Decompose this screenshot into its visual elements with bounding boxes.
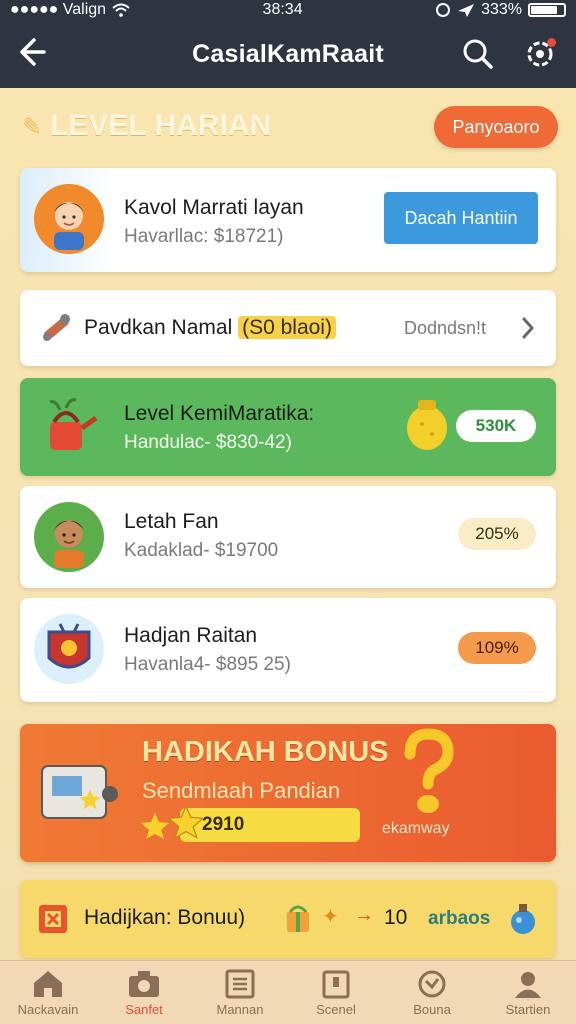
treasure-machine-icon <box>41 765 118 819</box>
back-arrow-icon[interactable] <box>18 34 54 70</box>
percent-badge: 109% <box>458 632 536 664</box>
search-icon[interactable] <box>460 36 496 72</box>
battery-percent: 333% <box>481 1 522 18</box>
tab-label: Scenel <box>316 1001 356 1017</box>
tab-label: Bouna <box>413 1001 451 1017</box>
potion-icon <box>511 904 535 934</box>
tab-label: Mannan <box>216 1001 264 1017</box>
card-sub: Havarllac: $18721) <box>124 226 284 247</box>
page-title: CasialKamRaait <box>192 39 384 68</box>
main-content: ✎ LEVEL HARIAN Panyoaoro Kavol Marrati l… <box>0 88 576 960</box>
tab-list[interactable]: Mannan <box>192 961 288 1024</box>
bonus-subtitle: Sendmlaah Pandian <box>142 778 341 803</box>
top-pill-button[interactable]: Panyoaoro <box>434 106 558 148</box>
section-title-text: LEVEL HARIAN <box>50 109 272 142</box>
app-header: CasialKamRaait <box>0 20 576 88</box>
pencil-icon: ✎ <box>22 112 43 140</box>
bottom-bonus-card[interactable]: Hadijkan: Bonuu) ✦ → 10 arbaos <box>20 880 556 958</box>
tab-home[interactable]: Nackavain <box>0 961 96 1024</box>
tab-bonus[interactable]: Bouna <box>384 961 480 1024</box>
status-time: 38:34 <box>262 1 303 18</box>
tab-camera[interactable]: Sanfet <box>96 961 192 1024</box>
list-card-3[interactable]: Level KemiMaratika: Handulac- $830-42) 5… <box>20 378 556 476</box>
avatar <box>34 184 104 254</box>
gift-icon <box>287 905 309 932</box>
tab-label: Nackavain <box>17 1001 79 1017</box>
avatar <box>34 502 104 572</box>
tab-clipboard[interactable]: Scenel <box>288 961 384 1024</box>
arrow-right-icon: → <box>354 904 374 926</box>
card-sub: Havanla4- $895 25) <box>124 654 291 675</box>
home-icon <box>34 970 62 997</box>
list-card-5[interactable]: Hadjan Raitan Havanla4- $895 25) 109% <box>20 598 556 702</box>
bottom-card-link[interactable]: arbaos <box>428 908 490 930</box>
carrier-label: ●●●●● Valign <box>10 1 107 18</box>
star-icon <box>168 804 204 839</box>
user-icon <box>515 971 541 998</box>
clipboard-icon <box>322 970 350 998</box>
card-highlight: (S0 blaoi) <box>238 316 336 339</box>
status-right: 333% <box>435 1 566 19</box>
avatar <box>34 614 104 684</box>
sparkle-icon: ✦ <box>322 906 339 928</box>
card-name: Hadjan Raitan <box>124 624 258 647</box>
wrench-icon <box>43 314 70 341</box>
card-sub: Kadaklad- $19700 <box>124 540 279 561</box>
watering-can-icon <box>49 398 98 450</box>
section-title: ✎ LEVEL HARIAN <box>22 108 271 144</box>
status-left: ●●●●● Valign <box>10 1 130 19</box>
bonus-progress: 2910 <box>168 804 360 842</box>
chevron-right-icon[interactable] <box>520 316 536 340</box>
star-icon <box>141 813 169 839</box>
list-card-1[interactable]: Kavol Marrati layan Havarllac: $18721) D… <box>20 168 556 272</box>
card-name-text: Pavdkan Namal <box>84 316 233 339</box>
question-mark-icon <box>404 728 454 813</box>
bonus-card[interactable]: HADIKAH BONUS Sendmlaah Pandian 2910 eka… <box>20 724 556 862</box>
bottom-card-label: Hadijkan: Bonuu) <box>84 906 246 929</box>
boy-avatar-icon <box>54 202 84 250</box>
tab-label: Sanfet <box>125 1001 163 1017</box>
settings-button[interactable] <box>522 36 558 72</box>
card-sub: Handulac- $830-42) <box>124 432 292 453</box>
gift-box-icon <box>39 905 67 933</box>
card-name: Letah Fan <box>124 510 219 533</box>
card-name: Pavdkan Namal (S0 blaoi) <box>84 316 336 340</box>
bottom-card-count: 10 <box>384 906 408 929</box>
alarm-icon <box>436 3 451 17</box>
bonus-link[interactable]: ekamway <box>382 820 450 838</box>
list-icon <box>225 969 255 998</box>
card-action-button[interactable]: Dacah Hantiin <box>384 192 538 244</box>
battery-icon <box>528 3 566 17</box>
camera-icon <box>129 970 159 997</box>
notification-dot <box>547 38 556 47</box>
card-name: Kavol Marrati layan <box>124 196 304 219</box>
score-badge: 530K <box>456 410 536 442</box>
bonus-title: HADIKAH BONUS <box>142 736 389 768</box>
coin-bag-icon <box>407 400 447 450</box>
wifi-icon <box>112 3 130 17</box>
clock-icon <box>418 970 446 997</box>
tab-label: Startien <box>505 1001 551 1017</box>
card-name: Level KemiMaratika: <box>124 402 315 425</box>
boy-avatar-icon <box>54 520 84 568</box>
list-card-2[interactable]: Pavdkan Namal (S0 blaoi) Dodndsn!t <box>20 290 556 366</box>
status-bar: ●●●●● Valign 38:34 333% <box>0 0 576 20</box>
airplane-icon <box>458 4 475 17</box>
card-action-link[interactable]: Dodndsn!t <box>404 318 486 339</box>
shield-crest-icon <box>47 623 91 669</box>
percent-badge: 205% <box>458 518 536 550</box>
bonus-value: 2910 <box>202 814 245 835</box>
bottom-tab-bar: Nackavain Sanfet Mannan Scenel Bouna Sta… <box>0 960 576 1024</box>
list-card-4[interactable]: Letah Fan Kadaklad- $19700 205% <box>20 486 556 588</box>
tab-profile[interactable]: Startien <box>480 961 576 1024</box>
